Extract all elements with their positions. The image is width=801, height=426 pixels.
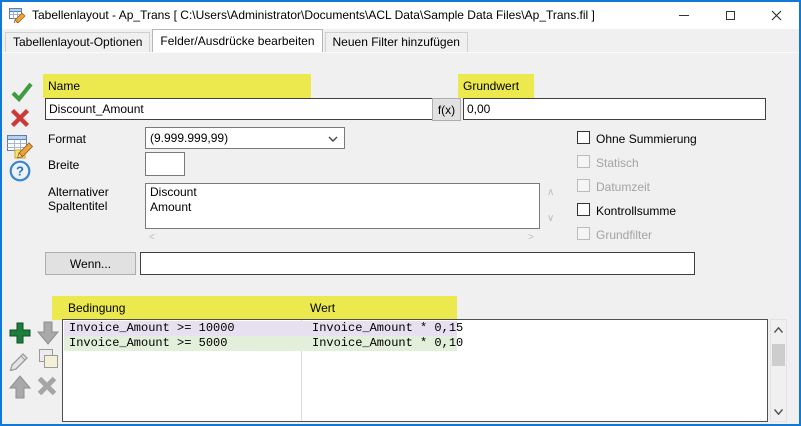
maximize-icon: [726, 11, 735, 20]
value-cell: Invoice_Amount * 0,15: [312, 321, 463, 336]
scrollbar-thumb[interactable]: [772, 344, 785, 366]
tab-panel-divider: [2, 52, 799, 53]
grundfilter-checkbox: [577, 227, 590, 240]
format-dropdown[interactable]: (9.999.999,99): [145, 127, 345, 149]
scrollbar-down-icon: [774, 409, 783, 415]
move-down-icon: [36, 320, 60, 346]
close-icon: [771, 10, 782, 21]
fx-expression-button[interactable]: f(x): [432, 98, 461, 121]
format-label: Format: [48, 132, 86, 146]
move-up-icon: [8, 374, 32, 400]
duplicate-condition-icon: [35, 347, 61, 371]
delete-field-button[interactable]: [9, 107, 31, 132]
edit-condition-button[interactable]: [7, 349, 31, 374]
grundwert-label: Grundwert: [463, 79, 519, 93]
minimize-button[interactable]: [661, 2, 707, 29]
move-condition-down-button[interactable]: [36, 320, 60, 349]
scroll-down-icon[interactable]: ∨: [547, 214, 554, 224]
scrollbar-up-button[interactable]: [771, 322, 786, 337]
fx-button-label: f(x): [438, 103, 455, 117]
value-cell: Invoice_Amount * 0,10: [312, 336, 463, 351]
wenn-condition-input[interactable]: [140, 252, 695, 275]
scrollbar-up-icon: [774, 327, 783, 333]
ohne-summierung-label: Ohne Summierung: [596, 132, 697, 146]
grundwert-input[interactable]: [463, 98, 766, 120]
datumzeit-checkbox: [577, 179, 590, 192]
accept-entry-button[interactable]: [10, 81, 34, 106]
add-condition-button[interactable]: [7, 320, 33, 349]
kontrollsumme-checkbox[interactable]: [577, 203, 590, 216]
edit-condition-icon: [7, 349, 31, 371]
statisch-checkbox: [577, 155, 590, 168]
duplicate-condition-button[interactable]: [35, 347, 61, 374]
scroll-right-icon[interactable]: >: [528, 233, 534, 243]
bedingung-column-header: Bedingung: [68, 301, 125, 315]
name-input[interactable]: [45, 98, 441, 120]
breite-input[interactable]: [145, 152, 185, 176]
close-button[interactable]: [753, 2, 799, 29]
minimize-icon: [679, 15, 689, 16]
scroll-left-icon[interactable]: <: [149, 233, 155, 243]
tab-tabellenlayout-optionen[interactable]: Tabellenlayout-Optionen: [5, 32, 150, 52]
tab-neuen-filter-hinzufuegen[interactable]: Neuen Filter hinzufügen: [325, 32, 468, 52]
table-scrollbar[interactable]: [770, 319, 787, 422]
help-icon: ?: [9, 160, 31, 182]
breite-label: Breite: [48, 158, 79, 172]
titlebar: Tabellenlayout - Ap_Trans [ C:\Users\Adm…: [2, 2, 799, 29]
tab-felder-ausdruecke-bearbeiten[interactable]: Felder/Ausdrücke bearbeiten: [152, 29, 322, 52]
condition-cell: Invoice_Amount >= 10000: [69, 321, 235, 336]
edit-table-layout-button[interactable]: [6, 133, 34, 162]
alt-spaltentitel-label: Alternativer Spaltentitel: [48, 185, 140, 213]
svg-text:?: ?: [16, 164, 24, 179]
maximize-button[interactable]: [707, 2, 753, 29]
name-label: Name: [48, 79, 80, 93]
tabellenlayout-dialog: Tabellenlayout - Ap_Trans [ C:\Users\Adm…: [0, 0, 801, 426]
edit-table-icon: [6, 133, 34, 159]
chevron-down-icon: [328, 136, 338, 142]
table-edit-icon: [9, 7, 26, 23]
window-title: Tabellenlayout - Ap_Trans [ C:\Users\Adm…: [32, 2, 595, 29]
add-condition-icon: [7, 320, 33, 346]
ohne-summierung-checkbox[interactable]: [577, 131, 590, 144]
alt-spaltentitel-input[interactable]: Discount Amount: [145, 183, 540, 229]
help-button[interactable]: ?: [9, 160, 31, 185]
wenn-button[interactable]: Wenn...: [45, 252, 136, 275]
condition-table: Invoice_Amount >= 10000 Invoice_Amount *…: [62, 319, 768, 422]
statisch-label: Statisch: [596, 156, 639, 170]
condition-row-1[interactable]: Invoice_Amount >= 10000 Invoice_Amount *…: [64, 321, 457, 336]
name-highlight: [43, 74, 311, 98]
delete-field-icon: [9, 107, 31, 129]
remove-condition-button[interactable]: [35, 374, 59, 401]
tab-bar: Tabellenlayout-Optionen Felder/Ausdrücke…: [2, 29, 799, 52]
format-value: (9.999.999,99): [150, 131, 228, 145]
move-condition-up-button[interactable]: [8, 374, 32, 403]
remove-condition-icon: [35, 374, 59, 398]
grundfilter-label: Grundfilter: [596, 228, 652, 242]
scroll-up-icon[interactable]: ∧: [547, 188, 554, 198]
wert-column-header: Wert: [310, 301, 335, 315]
datumzeit-label: Datumzeit: [596, 180, 650, 194]
wenn-button-label: Wenn...: [70, 257, 111, 271]
condition-cell: Invoice_Amount >= 5000: [69, 336, 227, 351]
accept-icon: [10, 81, 34, 103]
scrollbar-down-button[interactable]: [771, 404, 786, 419]
condition-row-2[interactable]: Invoice_Amount >= 5000 Invoice_Amount * …: [64, 336, 457, 351]
kontrollsumme-label: Kontrollsumme: [596, 204, 676, 218]
